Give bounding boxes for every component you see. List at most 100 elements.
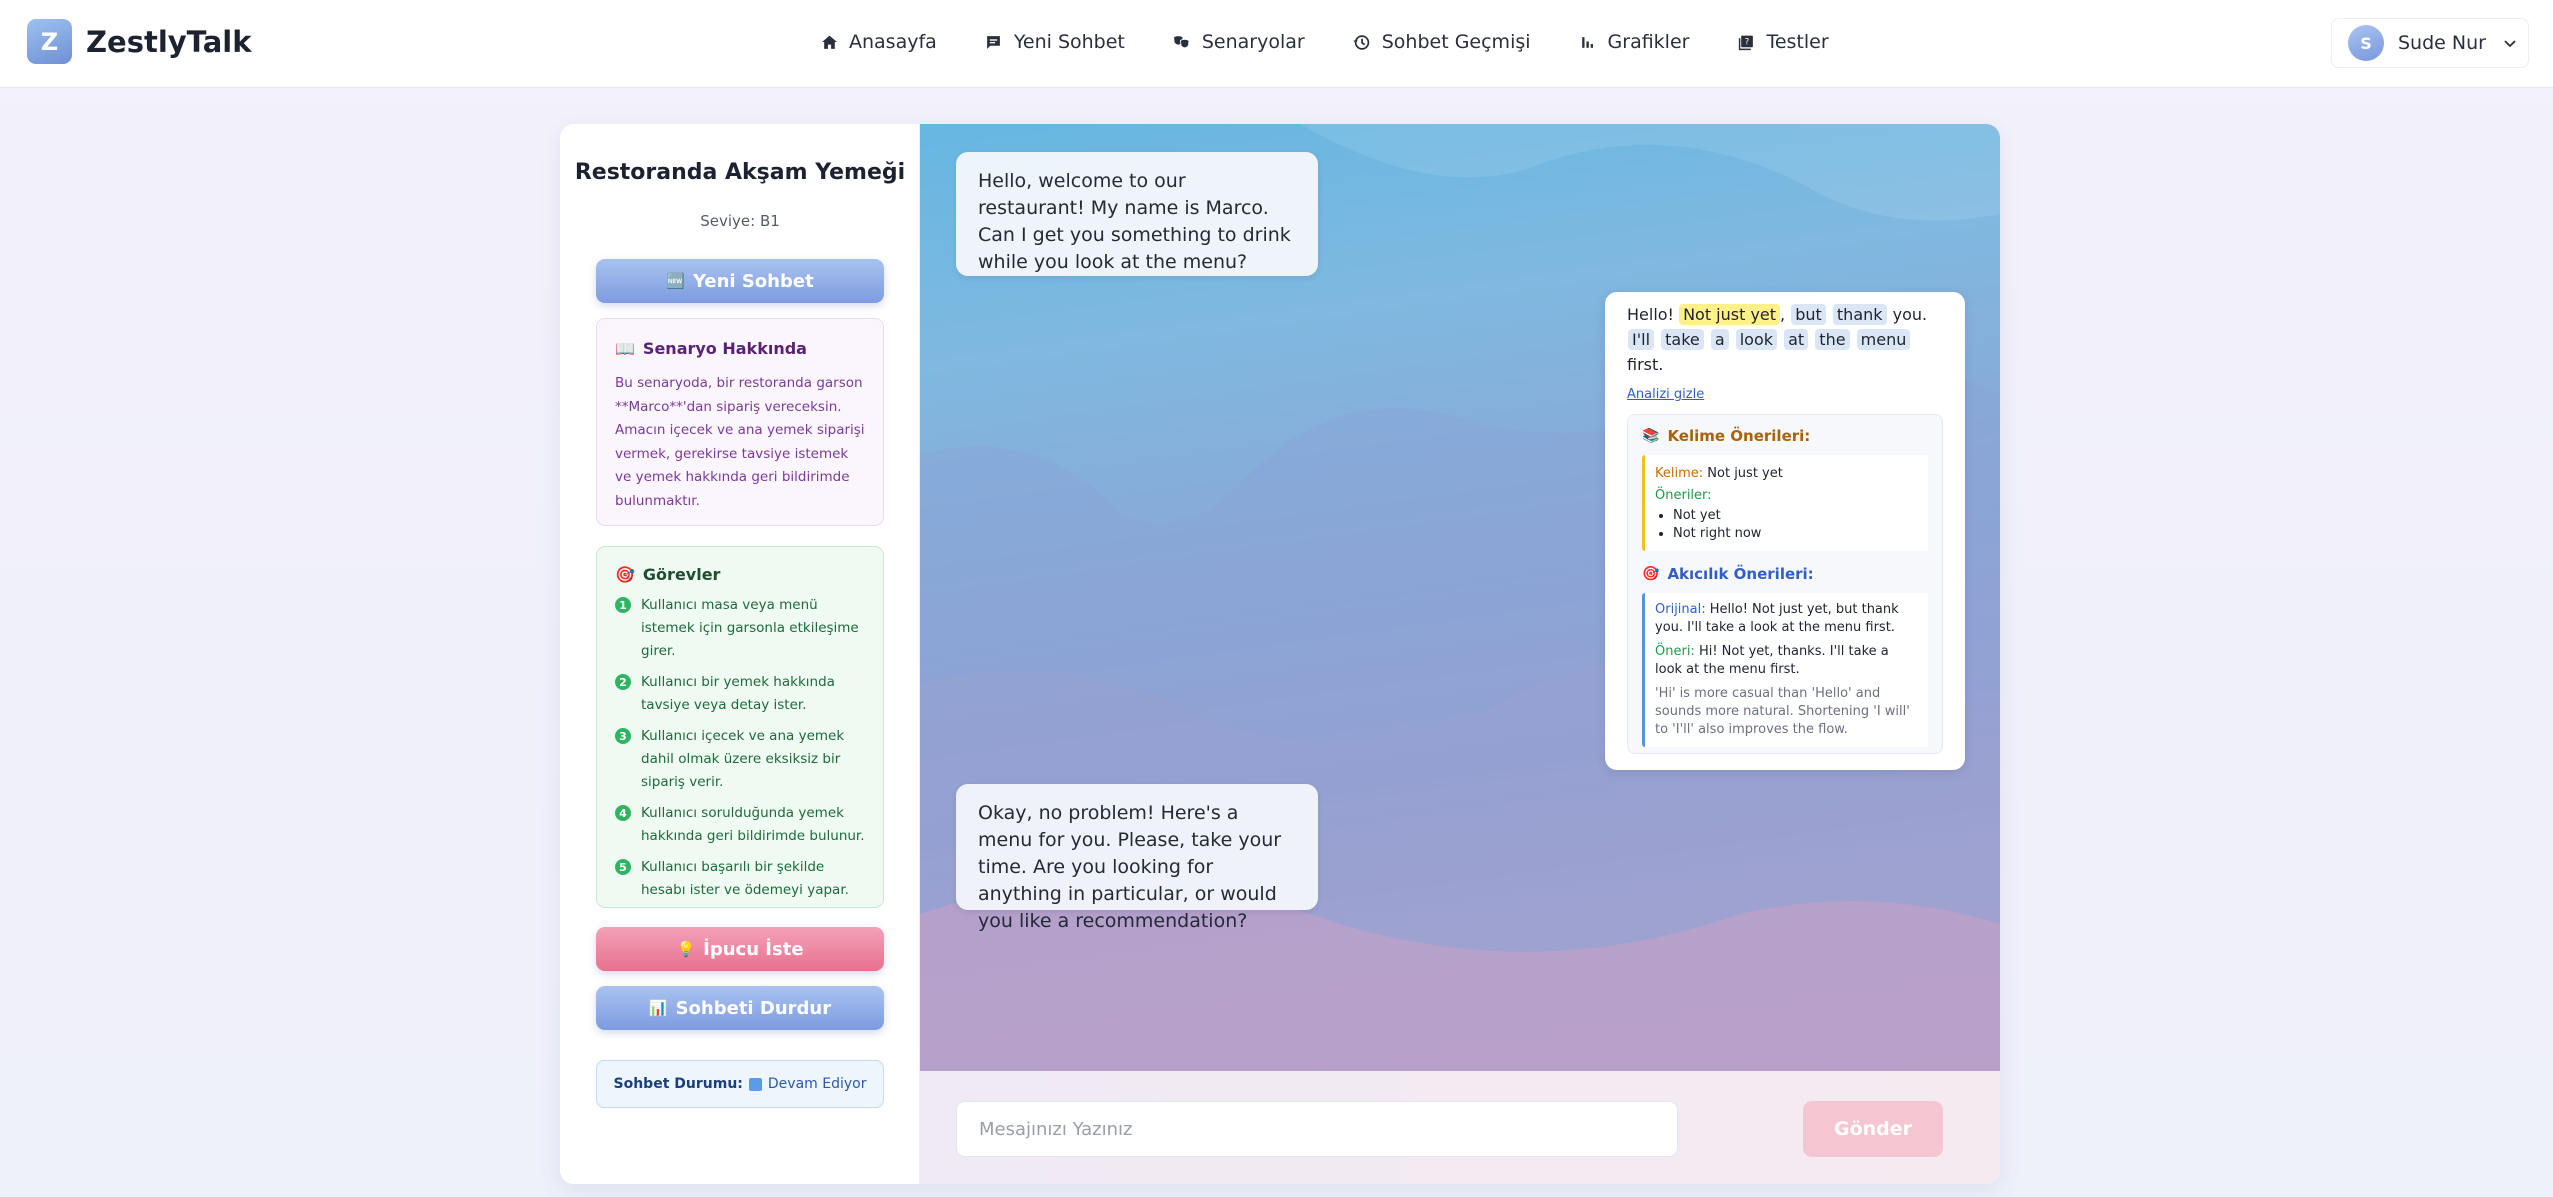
task-text: Kullanıcı içecek ve ana yemek dahil olma… (641, 728, 845, 790)
nav-item-scenarios[interactable]: Senaryolar (1171, 26, 1305, 58)
task-number: 4 (615, 805, 631, 821)
token: you. (1892, 305, 1928, 324)
user-menu[interactable]: S Sude Nur (2331, 18, 2529, 68)
word-suggestions-heading: 📚 Kelime Önerileri: (1642, 427, 1928, 445)
scenario-level: Seviye: B1 (700, 212, 780, 230)
main-nav: Anasayfa Yeni Sohbet Senaryolar Sohbet G… (818, 26, 1875, 58)
suggestions-list: Not yet Not right now (1655, 507, 1918, 543)
word-row: Kelime: Not just yet (1655, 463, 1918, 485)
nav-item-label: Grafikler (1607, 31, 1690, 53)
user-message-text: Hello! Not just yet, but thank you. I'll… (1627, 302, 1943, 377)
status-value: Devam Ediyor (767, 1076, 867, 1092)
task-text: Kullanıcı masa veya menü istemek için ga… (641, 597, 859, 659)
scenario-about-panel: 📖 Senaryo Hakkında Bu senaryoda, bir res… (596, 318, 884, 526)
highlighted-token[interactable]: menu (1856, 329, 1911, 350)
highlighted-token[interactable]: a (1710, 329, 1729, 350)
new-chat-label: Yeni Sohbet (693, 270, 814, 292)
nav-item-label: Sohbet Geçmişi (1381, 31, 1531, 53)
highlighted-token[interactable]: take (1661, 329, 1704, 350)
status-icon (748, 1077, 762, 1091)
task-text: Kullanıcı bir yemek hakkında tavsiye vey… (641, 674, 835, 713)
task-number: 5 (615, 859, 631, 875)
nav-item-label: Yeni Sohbet (1013, 31, 1125, 53)
hint-button[interactable]: 💡 İpucu İste (596, 927, 884, 971)
highlighted-token[interactable]: the (1815, 329, 1850, 350)
about-title: Senaryo Hakkında (642, 339, 807, 358)
new-chat-button[interactable]: 🆕 Yeni Sohbet (596, 259, 884, 303)
books-icon: 📚 (1642, 428, 1660, 444)
highlighted-token[interactable]: Not just yet (1679, 304, 1781, 325)
message-input[interactable]: Mesajınızı Yazınız (956, 1101, 1678, 1157)
highlighted-token[interactable]: at (1784, 329, 1809, 350)
target-icon: 🎯 (1642, 566, 1660, 582)
fluency-suggestions-title: Akıcılık Önerileri: (1667, 565, 1814, 583)
task-item: 5 Kullanıcı başarılı bir şekilde hesabı … (615, 856, 865, 902)
tasks-panel: 🎯 Görevler 1 Kullanıcı masa veya menü is… (596, 546, 884, 908)
new-icon: 🆕 (666, 272, 685, 290)
top-navbar: Z ZestlyTalk Anasayfa Yeni Sohbet Senary… (0, 0, 2553, 88)
fluency-note: 'Hi' is more casual than 'Hello' and sou… (1655, 686, 1910, 737)
bar-chart-icon (1577, 31, 1599, 53)
svg-text:?: ? (1745, 37, 1750, 47)
nav-item-tests[interactable]: ? Testler (1735, 26, 1829, 58)
message-composer: Mesajınızı Yazınız Gönder (920, 1071, 2000, 1184)
highlighted-token[interactable]: but (1791, 304, 1826, 325)
chevron-down-icon (2504, 40, 2516, 48)
stop-chat-button[interactable]: 📊 Sohbeti Durdur (596, 986, 884, 1030)
app-logo: Z (27, 19, 72, 64)
user-name: Sude Nur (2398, 32, 2486, 54)
tasks-heading: 🎯 Görevler (615, 565, 865, 584)
suggestion-item: Not right now (1673, 525, 1918, 543)
hint-label: İpucu İste (703, 938, 804, 960)
word-label: Kelime: (1655, 466, 1704, 481)
word-suggestions-title: Kelime Önerileri: (1667, 427, 1811, 445)
scenario-sidebar: Restoranda Akşam Yemeği Seviye: B1 🆕 Yen… (560, 124, 920, 1184)
task-text: Kullanıcı sorulduğunda yemek hakkında ge… (641, 805, 865, 844)
hide-analysis-link[interactable]: Analizi gizle (1627, 387, 1943, 402)
status-label: Sohbet Durumu: (613, 1076, 743, 1092)
task-item: 2 Kullanıcı bir yemek hakkında tavsiye v… (615, 671, 865, 717)
task-number: 3 (615, 728, 631, 744)
nav-item-history[interactable]: Sohbet Geçmişi (1351, 26, 1531, 58)
task-item: 1 Kullanıcı masa veya menü istemek için … (615, 594, 865, 663)
chat-messages-area[interactable]: Hello, welcome to our restaurant! My nam… (920, 124, 2000, 1071)
original-label: Orijinal: (1655, 602, 1706, 617)
original-row: Orijinal: Hello! Not just yet, but thank… (1655, 601, 1918, 637)
avatar: S (2348, 25, 2384, 61)
analysis-panel: 📚 Kelime Önerileri: Kelime: Not just yet… (1627, 414, 1943, 754)
task-item: 3 Kullanıcı içecek ve ana yemek dahil ol… (615, 725, 865, 794)
bot-message: Okay, no problem! Here's a menu for you.… (956, 784, 1318, 932)
token: , (1780, 305, 1786, 324)
book-icon: 📖 (615, 339, 635, 358)
suggestion-row: Öneri: Hi! Not yet, thanks. I'll take a … (1655, 643, 1918, 679)
nav-item-home[interactable]: Anasayfa (818, 26, 937, 58)
highlighted-token[interactable]: thank (1832, 304, 1887, 325)
user-message: Hello! Not just yet, but thank you. I'll… (1605, 292, 1965, 770)
app-name: ZestlyTalk (86, 24, 252, 59)
nav-item-label: Testler (1766, 31, 1829, 53)
chart-icon: 📊 (648, 999, 668, 1017)
suggestion-item: Not yet (1673, 507, 1918, 525)
lightbulb-icon: 💡 (676, 940, 696, 958)
highlighted-token[interactable]: I'll (1628, 329, 1655, 350)
token: first. (1627, 355, 1664, 374)
history-icon (1351, 31, 1373, 53)
highlighted-token[interactable]: look (1735, 329, 1778, 350)
task-number: 1 (615, 597, 631, 613)
brand[interactable]: Z ZestlyTalk (27, 19, 252, 64)
fluency-suggestion-card: Orijinal: Hello! Not just yet, but thank… (1642, 593, 1928, 747)
quiz-icon: ? (1735, 31, 1757, 53)
nav-item-new-chat[interactable]: Yeni Sohbet (983, 26, 1125, 58)
about-heading: 📖 Senaryo Hakkında (615, 339, 865, 358)
suggestion-label: Öneri: (1655, 644, 1695, 659)
tasks-title: Görevler (642, 565, 721, 584)
target-icon: 🎯 (615, 565, 635, 584)
stop-chat-label: Sohbeti Durdur (675, 997, 832, 1019)
fluency-suggestions-heading: 🎯 Akıcılık Önerileri: (1642, 565, 1928, 583)
nav-item-charts[interactable]: Grafikler (1577, 26, 1690, 58)
task-text: Kullanıcı başarılı bir şekilde hesabı is… (641, 859, 849, 898)
send-button[interactable]: Gönder (1803, 1101, 1943, 1157)
home-icon (818, 31, 840, 53)
masks-icon (1171, 31, 1193, 53)
token: Hello! (1627, 305, 1674, 324)
